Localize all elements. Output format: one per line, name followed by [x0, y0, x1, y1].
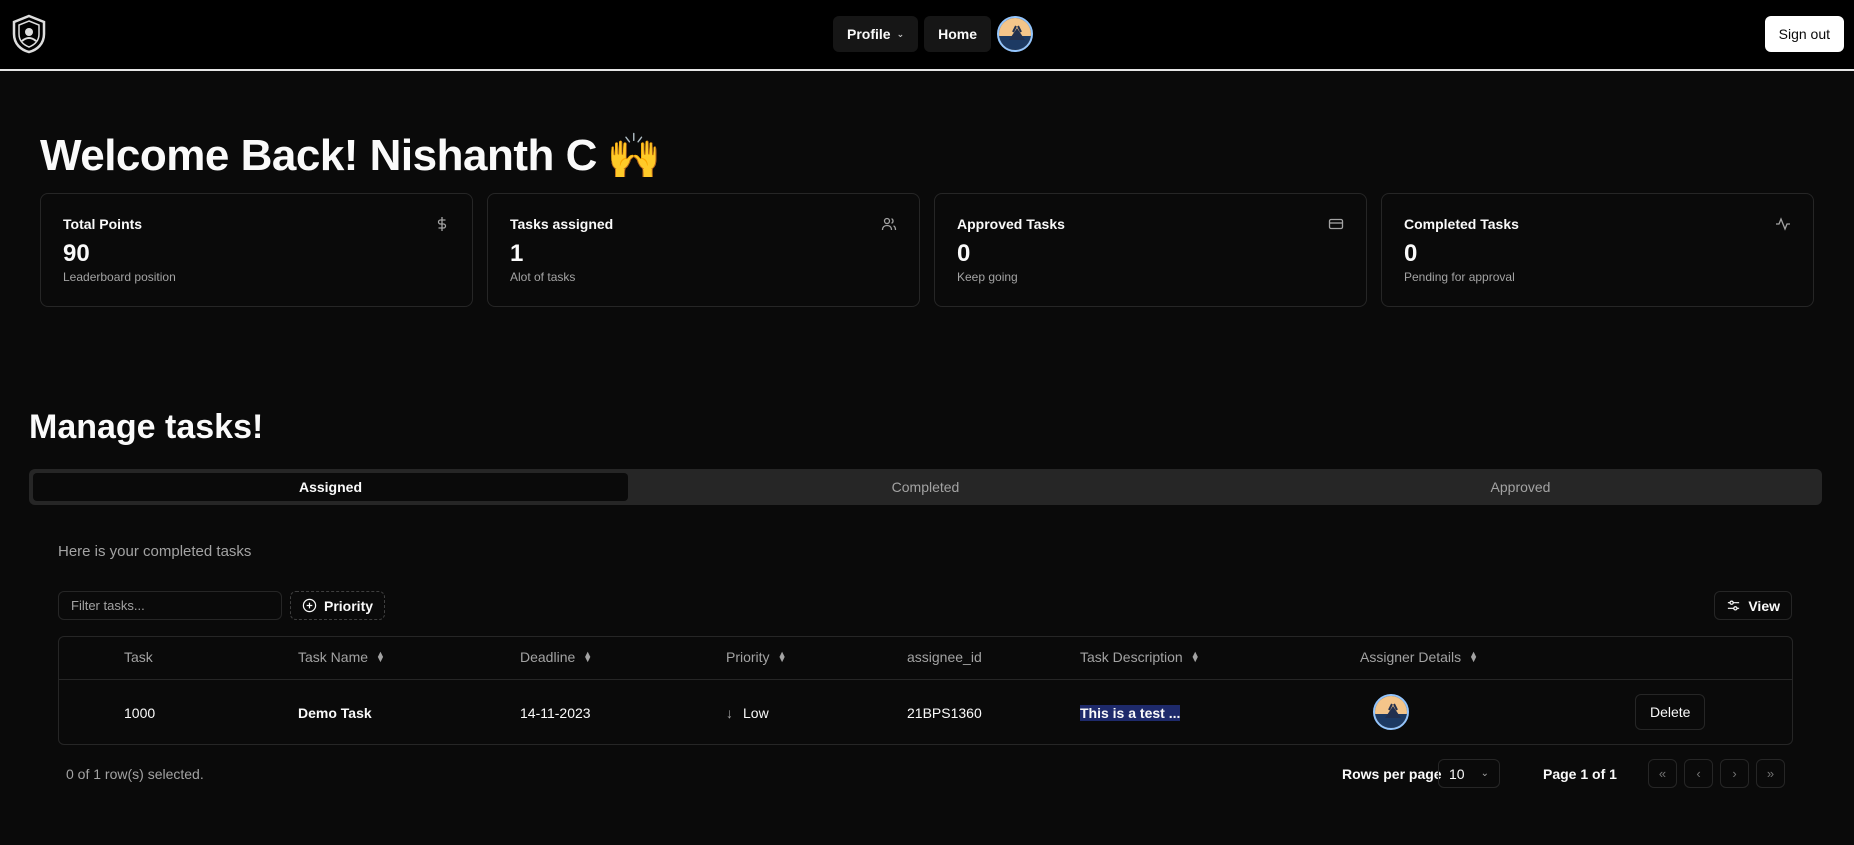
manage-tasks-heading: Manage tasks!: [29, 408, 264, 446]
chevron-left-icon: ‹: [1696, 766, 1701, 781]
stat-subtitle: Alot of tasks: [510, 270, 576, 284]
task-tabs: Assigned Completed Approved: [29, 469, 1822, 505]
cell-deadline: 14-11-2023: [520, 705, 591, 721]
stat-subtitle: Leaderboard position: [63, 270, 176, 284]
tab-description: Here is your completed tasks: [58, 543, 252, 560]
rows-per-page-select[interactable]: 10 ⌄: [1438, 759, 1500, 788]
filter-tasks-input[interactable]: [58, 591, 282, 620]
view-label: View: [1748, 597, 1780, 614]
welcome-text: Welcome Back! Nishanth C: [40, 131, 597, 180]
chevrons-right-icon: »: [1766, 766, 1775, 781]
header-divider: [59, 679, 1792, 680]
page-indicator: Page 1 of 1: [1543, 766, 1617, 782]
column-header-task-name[interactable]: Task Name ▲ ▼: [298, 649, 385, 665]
cell-priority: ↓ Low: [726, 705, 769, 721]
view-options-button[interactable]: View: [1714, 591, 1792, 620]
user-avatar[interactable]: [997, 16, 1034, 52]
sort-icon: ▲ ▼: [376, 649, 385, 664]
welcome-heading: Welcome Back! Nishanth C 🙌: [40, 130, 662, 182]
chevrons-left-icon: «: [1658, 766, 1667, 781]
next-page-button[interactable]: ›: [1720, 759, 1749, 788]
last-page-button[interactable]: »: [1756, 759, 1785, 788]
priority-value: Low: [743, 705, 769, 721]
stat-value: 1: [510, 240, 524, 267]
header-label: assignee_id: [907, 649, 982, 665]
cell-assignee-id: 21BPS1360: [907, 705, 982, 721]
previous-page-button[interactable]: ‹: [1684, 759, 1713, 788]
sort-icon: ▲ ▼: [1190, 649, 1200, 664]
sliders-icon: [1728, 600, 1740, 611]
column-header-assignee-id: assignee_id: [907, 649, 982, 665]
pagination-controls: « ‹ › »: [1648, 759, 1785, 788]
header-label: Priority: [726, 649, 770, 665]
stat-subtitle: Pending for approval: [1404, 270, 1515, 284]
cell-task-id: 1000: [124, 705, 156, 721]
rows-per-page-value: 10: [1449, 765, 1465, 782]
column-header-task-description[interactable]: Task Description ▲ ▼: [1080, 649, 1200, 665]
header-label: Task Name: [298, 649, 369, 665]
chevron-right-icon: ›: [1732, 766, 1737, 781]
dollar-icon: [437, 217, 447, 231]
stat-card-total-points: Total Points 90 Leaderboard position: [40, 193, 473, 307]
stats-cards: Total Points 90 Leaderboard position Tas…: [40, 193, 1814, 307]
home-button[interactable]: Home: [924, 16, 992, 52]
stat-title: Tasks assigned: [510, 216, 614, 232]
users-icon: [881, 217, 897, 231]
sort-icon: ▲ ▼: [583, 649, 593, 664]
delete-button[interactable]: Delete: [1635, 694, 1706, 730]
shield-logo-icon[interactable]: [10, 14, 48, 54]
cell-task-name: Demo Task: [298, 705, 372, 721]
stat-title: Total Points: [63, 216, 143, 232]
selected-row-count: 0 of 1 row(s) selected.: [66, 766, 204, 782]
cell-task-description: This is a test ...: [1080, 705, 1181, 721]
tab-approved[interactable]: Approved: [1223, 473, 1818, 501]
header-label: Task: [124, 649, 153, 665]
stat-value: 0: [1404, 240, 1418, 267]
rows-per-page-label: Rows per page: [1342, 766, 1442, 782]
stat-title: Completed Tasks: [1404, 216, 1519, 232]
avatar-image-icon: [999, 18, 1032, 50]
description-text: This is a test ...: [1080, 705, 1181, 721]
chevron-down-icon: ⌄: [1480, 768, 1489, 779]
profile-menu-button[interactable]: Profile ⌄: [833, 16, 919, 52]
sort-icon: ▲ ▼: [777, 649, 787, 664]
priority-filter-button[interactable]: Priority: [290, 591, 386, 620]
priority-filter-label: Priority: [324, 597, 374, 614]
tab-assigned[interactable]: Assigned: [33, 473, 628, 501]
sign-out-button[interactable]: Sign out: [1764, 16, 1844, 52]
chevron-down-icon: ⌄: [896, 28, 905, 39]
first-page-button[interactable]: «: [1648, 759, 1677, 788]
column-header-deadline[interactable]: Deadline ▲ ▼: [520, 649, 592, 665]
stat-card-tasks-assigned: Tasks assigned 1 Alot of tasks: [487, 193, 920, 307]
header-label: Assigner Details: [1360, 649, 1462, 665]
credit-card-icon: [1328, 218, 1344, 230]
arrow-down-icon: ↓: [726, 705, 733, 721]
sort-icon: ▲ ▼: [1469, 649, 1479, 664]
profile-label: Profile: [847, 26, 891, 42]
assigner-avatar[interactable]: [1373, 694, 1409, 730]
raising-hands-emoji-icon: 🙌: [606, 132, 662, 181]
header-label: Deadline: [520, 649, 576, 665]
stat-value: 90: [63, 240, 90, 267]
avatar-image-icon: [1375, 696, 1407, 728]
column-header-assigner-details[interactable]: Assigner Details ▲ ▼: [1360, 649, 1478, 665]
tasks-table: Task Task Name ▲ ▼ Deadline ▲ ▼ Priority ▲…: [58, 636, 1793, 745]
column-header-priority[interactable]: Priority ▲ ▼: [726, 649, 786, 665]
stat-card-completed-tasks: Completed Tasks 0 Pending for approval: [1381, 193, 1814, 307]
home-label: Home: [938, 26, 978, 42]
column-header-task: Task: [124, 649, 153, 665]
top-navbar: Profile ⌄ Home Sign out: [0, 0, 1854, 71]
stat-value: 0: [957, 240, 971, 267]
header-label: Task Description: [1080, 649, 1183, 665]
tab-completed[interactable]: Completed: [628, 473, 1223, 501]
stat-card-approved-tasks: Approved Tasks 0 Keep going: [934, 193, 1367, 307]
stat-title: Approved Tasks: [957, 216, 1065, 232]
stat-subtitle: Keep going: [957, 270, 1018, 284]
plus-circle-icon: [302, 598, 317, 613]
nav-center: Profile ⌄ Home: [833, 16, 1034, 52]
activity-icon: [1776, 217, 1790, 231]
